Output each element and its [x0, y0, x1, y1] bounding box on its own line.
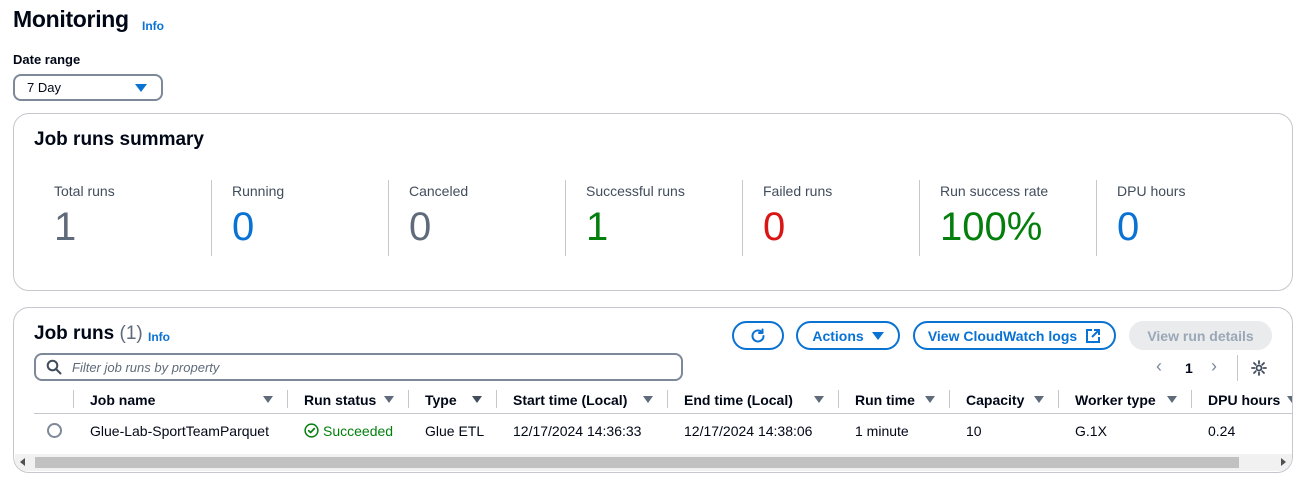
- sort-icon[interactable]: [472, 396, 482, 403]
- cloudwatch-label: View CloudWatch logs: [927, 327, 1078, 344]
- metric-label: DPU hours: [1117, 183, 1186, 199]
- info-link[interactable]: Info: [148, 330, 170, 344]
- cell-start-time: 12/17/2024 14:36:33: [513, 423, 642, 439]
- row-select-radio[interactable]: [47, 423, 62, 438]
- previous-page-icon[interactable]: ‹: [1156, 356, 1162, 377]
- job-runs-title-text: Job runs: [34, 323, 115, 344]
- column-header-dpu-hours[interactable]: DPU hours: [1208, 392, 1280, 408]
- page-title: Monitoring: [13, 6, 129, 32]
- cell-dpu-hours: 0.24: [1208, 423, 1236, 439]
- column-header-capacity[interactable]: Capacity: [966, 392, 1024, 408]
- column-header-worker-type[interactable]: Worker type: [1075, 392, 1156, 408]
- date-range-value: 7 Day: [27, 80, 61, 95]
- external-link-icon: [1086, 328, 1101, 343]
- metric-run-success-rate: Run success rate 100%: [919, 180, 1096, 256]
- date-range-select[interactable]: 7 Day: [13, 74, 163, 101]
- sort-icon[interactable]: [384, 396, 394, 403]
- sort-icon[interactable]: [1287, 396, 1292, 403]
- metric-value: 1: [54, 205, 77, 249]
- job-runs-title: Job runs (1): [34, 323, 143, 345]
- metric-label: Successful runs: [586, 183, 685, 199]
- sort-icon[interactable]: [643, 396, 653, 403]
- refresh-button[interactable]: [732, 321, 784, 350]
- caret-down-icon: [871, 331, 884, 340]
- column-header-type[interactable]: Type: [425, 392, 457, 408]
- column-separator: [73, 390, 74, 408]
- cell-end-time: 12/17/2024 14:38:06: [684, 423, 813, 439]
- column-header-run-status[interactable]: Run status: [304, 392, 376, 408]
- search-icon: [46, 359, 62, 375]
- column-separator: [1058, 390, 1059, 408]
- search-input[interactable]: [70, 357, 670, 377]
- metric-value: 0: [1117, 205, 1140, 249]
- view-run-details-label: View run details: [1147, 327, 1254, 344]
- scroll-thumb[interactable]: [35, 457, 1239, 468]
- column-separator: [838, 390, 839, 408]
- metric-canceled: Canceled 0: [388, 180, 565, 256]
- metric-running: Running 0: [211, 180, 388, 256]
- metric-dpu-hours: DPU hours 0: [1096, 180, 1273, 256]
- job-runs-card: Job runs (1) Info Actions View CloudWatc…: [13, 307, 1293, 473]
- cell-run-time: 1 minute: [855, 423, 909, 439]
- page-number[interactable]: 1: [1185, 360, 1193, 376]
- actions-label: Actions: [812, 327, 864, 344]
- metric-value: 100%: [940, 205, 1043, 249]
- metric-value: 0: [763, 205, 786, 249]
- filter-search-field[interactable]: [34, 353, 683, 381]
- column-separator: [949, 390, 950, 408]
- next-page-icon[interactable]: ›: [1211, 356, 1217, 377]
- scroll-left-icon[interactable]: [20, 458, 25, 466]
- caret-down-icon: [135, 84, 147, 92]
- summary-title: Job runs summary: [34, 129, 204, 150]
- column-header-start-time[interactable]: Start time (Local): [513, 392, 627, 408]
- column-header-job-name[interactable]: Job name: [90, 392, 155, 408]
- metric-successful-runs: Successful runs 1: [565, 180, 742, 256]
- column-separator: [496, 390, 497, 408]
- column-separator: [408, 390, 409, 408]
- column-header-run-time[interactable]: Run time: [855, 392, 915, 408]
- metric-value: 0: [232, 205, 255, 249]
- column-header-end-time[interactable]: End time (Local): [684, 392, 793, 408]
- cell-run-status: Succeeded: [304, 423, 393, 439]
- scroll-right-icon[interactable]: [1281, 458, 1286, 466]
- horizontal-scrollbar[interactable]: [15, 454, 1292, 471]
- column-separator: [667, 390, 668, 408]
- date-range-label: Date range: [13, 52, 81, 67]
- metric-label: Canceled: [409, 183, 469, 199]
- cell-job-name[interactable]: Glue-Lab-SportTeamParquet: [90, 423, 269, 439]
- metric-label: Failed runs: [763, 183, 833, 199]
- sort-icon[interactable]: [1034, 396, 1044, 403]
- job-runs-count: (1): [119, 323, 143, 344]
- refresh-icon: [751, 328, 765, 342]
- metric-failed-runs: Failed runs 0: [742, 180, 919, 256]
- metric-total-runs: Total runs 1: [34, 180, 211, 256]
- cell-worker-type: G.1X: [1075, 423, 1107, 439]
- sort-icon[interactable]: [1167, 396, 1177, 403]
- metric-label: Running: [232, 183, 285, 199]
- settings-gear-icon[interactable]: [1251, 360, 1267, 376]
- header-divider: [34, 413, 1292, 414]
- sort-icon[interactable]: [814, 396, 824, 403]
- column-separator: [287, 390, 288, 408]
- job-runs-summary-card: Job runs summary Total runs 1 Running 0 …: [13, 113, 1293, 291]
- view-cloudwatch-logs-button[interactable]: View CloudWatch logs: [913, 321, 1116, 350]
- info-link[interactable]: Info: [142, 19, 164, 33]
- actions-button[interactable]: Actions: [796, 321, 900, 350]
- metric-label: Total runs: [54, 183, 115, 199]
- view-run-details-button[interactable]: View run details: [1129, 321, 1272, 350]
- metric-value: 0: [409, 205, 432, 249]
- cell-type: Glue ETL: [425, 423, 485, 439]
- pager-divider: [1237, 355, 1238, 381]
- sort-icon[interactable]: [925, 396, 935, 403]
- column-separator: [1191, 390, 1192, 408]
- cell-capacity: 10: [966, 423, 982, 439]
- status-text: Succeeded: [323, 423, 394, 439]
- metric-value: 1: [586, 205, 609, 249]
- success-check-icon: [304, 423, 319, 438]
- sort-icon[interactable]: [263, 396, 273, 403]
- metric-label: Run success rate: [940, 183, 1049, 199]
